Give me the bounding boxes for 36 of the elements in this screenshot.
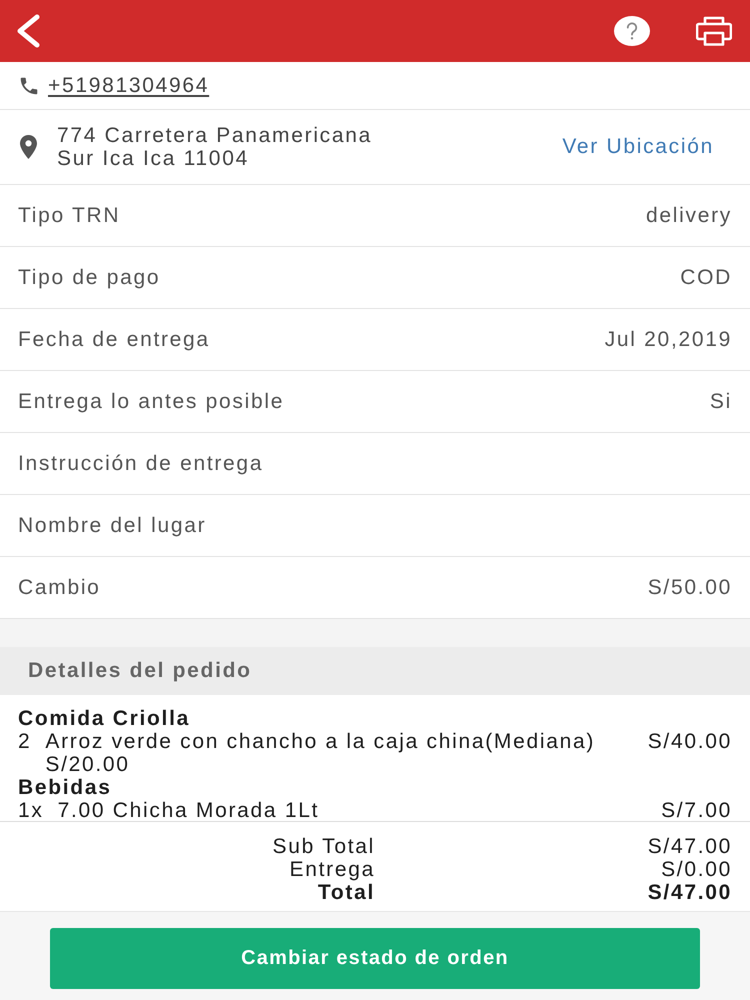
location-pin-icon: [20, 135, 37, 159]
item-name: 7.00 Chicha Morada 1Lt: [58, 799, 320, 822]
detail-label: Tipo TRN: [18, 202, 120, 228]
help-icon[interactable]: [614, 16, 650, 46]
detail-value: COD: [680, 264, 732, 290]
detail-value: Si: [710, 388, 732, 414]
item-quantity: 2: [18, 730, 32, 753]
detail-value: delivery: [646, 202, 732, 228]
item-price: S/7.00: [661, 799, 732, 822]
change-status-button[interactable]: Cambiar estado de orden: [50, 928, 700, 989]
item-unit-price: S/20.00: [45, 753, 130, 776]
detail-label: Nombre del lugar: [18, 512, 206, 538]
total-value: S/0.00: [661, 858, 732, 881]
detail-value: Jul 20,2019: [604, 326, 732, 352]
address-text: 774 Carretera Panamericana Sur Ica Ica 11004: [57, 124, 374, 170]
total-label: Sub Total: [272, 835, 375, 858]
item-quantity: 1x: [18, 799, 44, 822]
total-label: Entrega: [290, 858, 375, 881]
section-header: Detalles del pedido: [0, 647, 750, 695]
item-name: Arroz verde con chancho a la caja china(Mediana): [45, 730, 596, 753]
detail-value: S/50.00: [648, 574, 732, 600]
detail-label: Fecha de entrega: [18, 326, 210, 352]
detail-label: Tipo de pago: [18, 264, 160, 290]
phone-link[interactable]: +51981304964: [48, 72, 210, 98]
category-title: Bebidas: [18, 776, 113, 799]
detail-label: Entrega lo antes posible: [18, 388, 284, 414]
total-label: Total: [318, 881, 375, 904]
total-value: S/47.00: [648, 881, 732, 904]
back-icon[interactable]: [15, 14, 41, 48]
total-value: S/47.00: [648, 835, 732, 858]
category-title: Comida Criolla: [18, 707, 191, 730]
printer-icon[interactable]: [696, 16, 732, 46]
item-price: S/40.00: [648, 730, 732, 753]
view-location-link[interactable]: Ver Ubicación: [562, 134, 714, 160]
detail-label: Cambio: [18, 574, 101, 600]
detail-label: Instrucción de entrega: [18, 450, 264, 476]
